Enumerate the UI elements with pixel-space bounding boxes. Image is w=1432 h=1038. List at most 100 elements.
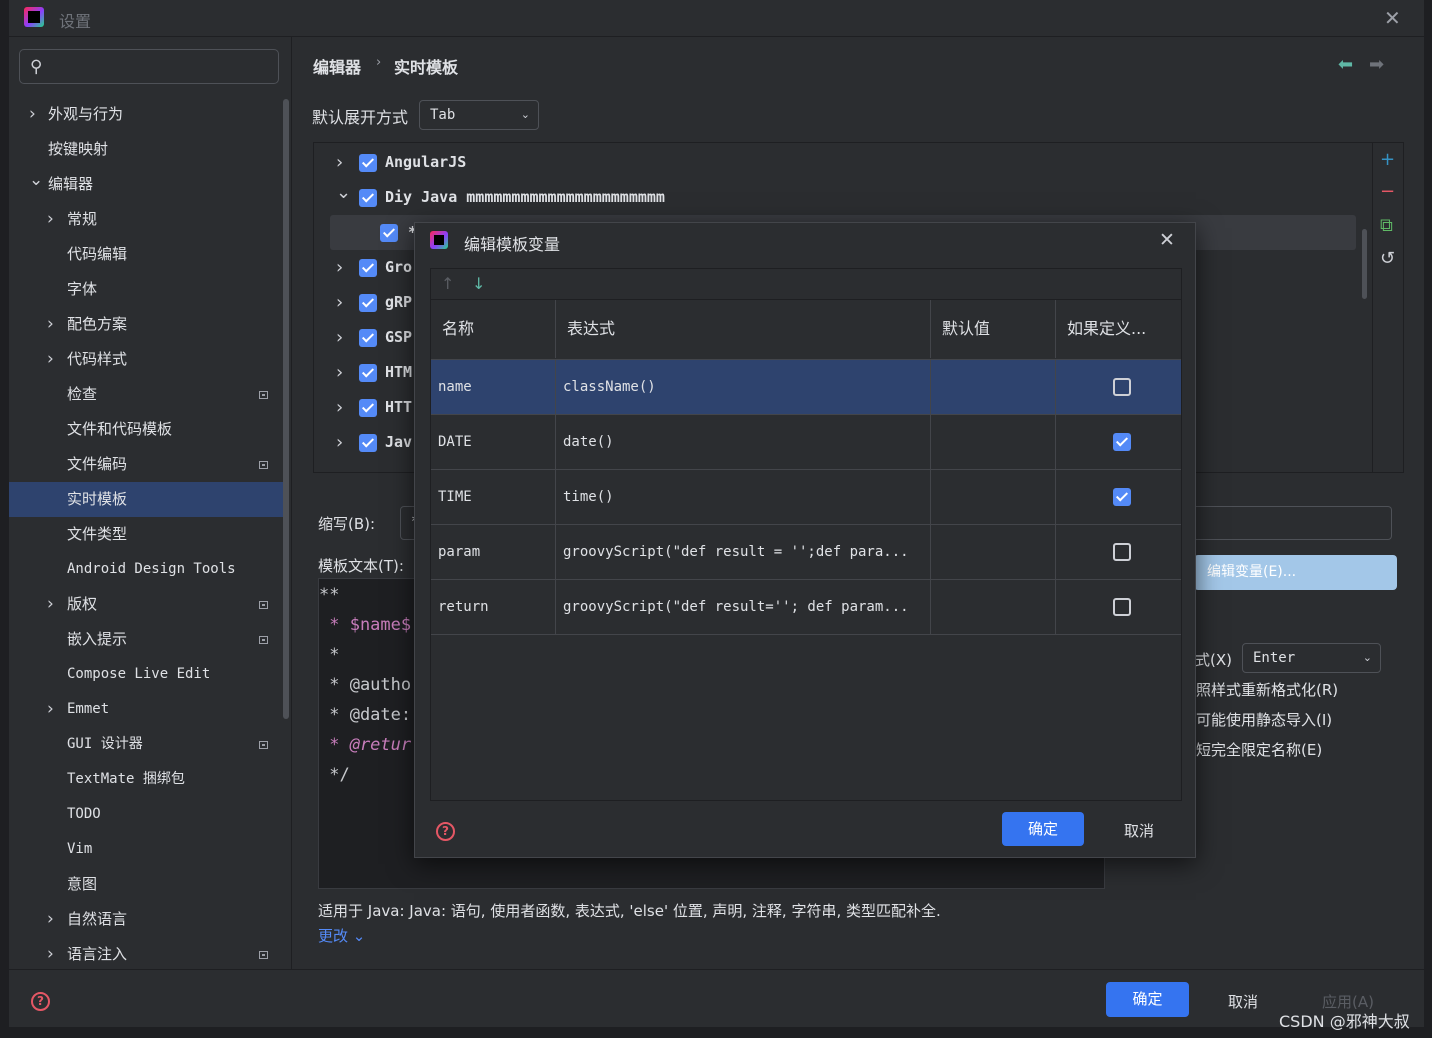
cell-expression[interactable]: groovyScript("def result = '';def para..… [556,525,931,580]
column-header-skip-if-defined[interactable]: 如果定义... [1056,300,1181,358]
cell-skip-if-defined[interactable] [1056,415,1181,470]
remove-icon[interactable]: − [1380,181,1395,202]
chevron-right-icon[interactable]: › [29,97,36,132]
sidebar-item[interactable]: 实时模板 [9,482,289,517]
cell-default[interactable] [931,525,1056,580]
checkbox[interactable] [359,154,377,172]
checkbox[interactable] [359,434,377,452]
table-row[interactable]: name className() [431,359,1181,415]
expand-with-select[interactable]: Tab ⌄ [419,100,539,130]
cell-name[interactable]: TIME [431,470,556,525]
cell-skip-if-defined[interactable] [1056,525,1181,580]
add-icon[interactable]: + [1380,149,1395,170]
cell-name[interactable]: name [431,360,556,415]
chevron-right-icon[interactable]: › [47,937,54,972]
reformat-option[interactable]: 照样式重新格式化(R) [1196,679,1338,700]
tree-scrollbar[interactable] [1362,229,1367,299]
chevron-right-icon[interactable]: › [336,320,343,355]
cell-default[interactable] [931,360,1056,415]
sidebar-item[interactable]: Android Design Tools [9,552,289,587]
cell-name[interactable]: return [431,580,556,635]
sidebar-item[interactable]: 代码编辑 [9,237,289,272]
chevron-down-icon[interactable]: ⌄ [336,175,351,210]
sidebar-item[interactable]: 嵌入提示 [9,622,289,657]
checkbox[interactable] [1113,598,1131,616]
chevron-right-icon[interactable]: › [336,425,343,460]
checkbox[interactable] [1113,433,1131,451]
sidebar-item[interactable]: 字体 [9,272,289,307]
chevron-down-icon[interactable]: ⌄ [29,163,43,198]
static-import-option[interactable]: 可能使用静态导入(I) [1196,709,1332,730]
cell-name[interactable]: DATE [431,415,556,470]
cell-default[interactable] [931,580,1056,635]
table-row[interactable]: DATE date() [431,414,1181,470]
chevron-right-icon[interactable]: › [47,307,54,342]
sidebar-item[interactable]: 文件和代码模板 [9,412,289,447]
sidebar-item[interactable]: TODO [9,797,289,832]
cell-skip-if-defined[interactable] [1056,470,1181,525]
sidebar-item[interactable]: › 版权 [9,587,289,622]
dialog-cancel-button[interactable]: 取消 [1124,820,1154,841]
chevron-right-icon[interactable]: › [336,250,343,285]
breadcrumb-editor[interactable]: 编辑器 [313,54,361,78]
change-contexts-link[interactable]: 更改 ⌄ [318,925,365,946]
dialog-ok-button[interactable]: 确定 [1002,812,1084,846]
cell-default[interactable] [931,470,1056,525]
sidebar-item[interactable]: Compose Live Edit [9,657,289,692]
cancel-button[interactable]: 取消 [1228,991,1258,1012]
move-down-icon[interactable]: ↓ [472,274,485,293]
help-icon[interactable]: ? [436,822,455,841]
ok-button[interactable]: 确定 [1106,982,1189,1017]
chevron-right-icon[interactable]: › [336,390,343,425]
sidebar-item[interactable]: › 语言注入 [9,937,289,972]
checkbox[interactable] [380,224,398,242]
template-group-row[interactable]: ⌄ Diy Java mmmmmmmmmmmmmmmmmmmmmm [314,180,1364,215]
sidebar-item[interactable]: 文件类型 [9,517,289,552]
cell-expression[interactable]: date() [556,415,931,470]
sidebar-item[interactable]: TextMate 捆绑包 [9,762,289,797]
cell-expression[interactable]: groovyScript("def result=''; def param..… [556,580,931,635]
checkbox[interactable] [1113,543,1131,561]
sidebar-item[interactable]: › 配色方案 [9,307,289,342]
cell-skip-if-defined[interactable] [1056,580,1181,635]
template-group-row[interactable]: › AngularJS [314,145,1364,180]
column-header-name[interactable]: 名称 [431,300,556,358]
close-icon[interactable]: ✕ [1384,6,1401,30]
chevron-right-icon[interactable]: › [336,285,343,320]
sidebar-item[interactable]: 按键映射 [9,132,289,167]
sidebar-item[interactable]: › 自然语言 [9,902,289,937]
sidebar-item[interactable]: 文件编码 [9,447,289,482]
cell-default[interactable] [931,415,1056,470]
sidebar-item[interactable]: ⌄ 编辑器 [9,167,289,202]
copy-icon[interactable]: ⧉ [1380,215,1393,236]
template-expand-select[interactable]: Enter ⌄ [1242,643,1381,673]
chevron-right-icon[interactable]: › [47,587,54,622]
checkbox[interactable] [1113,488,1131,506]
column-header-default[interactable]: 默认值 [931,300,1056,358]
edit-variables-button[interactable]: 编辑变量(E)... [1194,555,1397,590]
chevron-right-icon[interactable]: › [47,202,54,237]
help-icon[interactable]: ? [31,992,50,1011]
sidebar-item[interactable]: › 常规 [9,202,289,237]
table-row[interactable]: param groovyScript("def result = '';def p… [431,524,1181,580]
checkbox[interactable] [359,259,377,277]
checkbox[interactable] [359,364,377,382]
sidebar-item[interactable]: › 代码样式 [9,342,289,377]
search-input[interactable]: ⚲ [19,49,279,84]
chevron-right-icon[interactable]: › [47,342,54,377]
cell-name[interactable]: param [431,525,556,580]
column-header-expression[interactable]: 表达式 [556,300,931,358]
sidebar-item[interactable]: › 外观与行为 [9,97,289,132]
sidebar-scrollbar[interactable] [283,99,289,719]
checkbox[interactable] [1113,378,1131,396]
restore-icon[interactable]: ↺ [1380,248,1395,269]
shorten-fq-option[interactable]: 短完全限定名称(E) [1196,739,1322,760]
checkbox[interactable] [359,329,377,347]
checkbox[interactable] [359,294,377,312]
cell-expression[interactable]: className() [556,360,931,415]
checkbox[interactable] [359,399,377,417]
chevron-right-icon[interactable]: › [336,355,343,390]
cell-expression[interactable]: time() [556,470,931,525]
cell-skip-if-defined[interactable] [1056,360,1181,415]
table-row[interactable]: return groovyScript("def result=''; def p… [431,579,1181,635]
